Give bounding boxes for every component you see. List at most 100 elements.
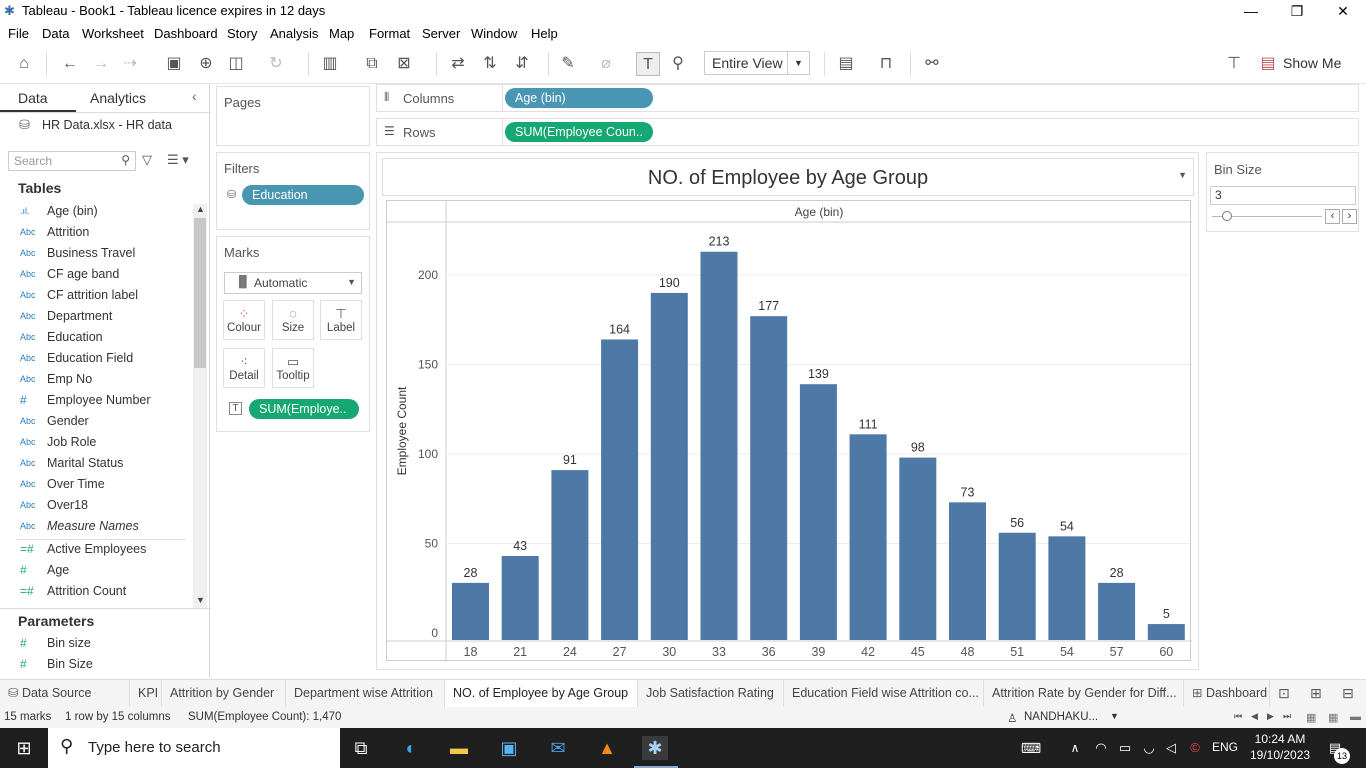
bar[interactable] [700,251,738,641]
show-filmstrip-icon[interactable]: ▦ [1306,711,1316,724]
tab-data[interactable]: Data [18,90,48,106]
store-icon[interactable]: ▣ [496,736,522,760]
volume-icon[interactable]: ◁ [1158,736,1184,760]
pages-card[interactable]: Pages [216,86,370,146]
menu-analysis[interactable]: Analysis [270,26,318,41]
windows-start-icon[interactable]: ⊞ [11,736,37,760]
bin-size-decrement-icon[interactable]: ‹ [1325,209,1340,224]
bar[interactable] [601,339,639,640]
fix-axes-icon[interactable]: ⚲ [666,52,690,76]
bar[interactable] [750,316,788,640]
bar[interactable] [849,434,887,640]
tab-analytics[interactable]: Analytics [90,90,146,106]
first-sheet-icon[interactable]: ⏮ [1234,711,1242,722]
bar[interactable] [1147,624,1185,640]
bar[interactable] [452,582,489,640]
edge-icon[interactable]: ◐ [398,736,424,760]
measure-item[interactable]: =# Attrition Count [0,582,192,603]
filters-card[interactable]: Filters ⛁ Education [216,152,370,230]
next-sheet-icon[interactable]: ▶ [1267,711,1274,722]
mark-type-dropdown[interactable]: ▐▌ Automatic ▼ [224,272,362,294]
columns-shelf[interactable]: ⦀ Columns Age (bin) [376,84,1359,112]
new-dashboard-tab-icon[interactable]: ⊞ [1310,685,1322,702]
bar[interactable] [799,384,837,640]
show-sheet-sorter-icon[interactable]: ▦ [1328,711,1338,724]
close-button[interactable]: ✕ [1320,0,1366,22]
menu-help[interactable]: Help [531,26,558,41]
scroll-up-icon[interactable]: ▲ [196,204,205,214]
tab-attrition-by-gender[interactable]: Attrition by Gender [162,680,286,708]
field-item[interactable]: Abc Department [0,307,192,328]
language-indicator[interactable]: ENG [1212,740,1238,754]
show-mark-labels-icon[interactable]: T [636,52,660,76]
tab-education-field-wise-attrition[interactable]: Education Field wise Attrition co... [784,680,984,708]
field-item[interactable]: Abc CF age band [0,265,192,286]
colour-button[interactable]: ⁘ Colour [223,300,265,340]
sort-ascending-icon[interactable]: ⇅ [478,52,502,76]
view-options-icon[interactable]: ☰ ▾ [167,152,189,168]
show-me-label[interactable]: Show Me [1283,55,1341,71]
field-item[interactable]: Abc Education Field [0,349,192,370]
filter-icon[interactable]: ▽ [142,152,152,168]
bin-size-input[interactable]: 3 [1210,186,1356,205]
field-item[interactable]: Abc Gender [0,412,192,433]
last-sheet-icon[interactable]: ⏭ [1283,711,1291,722]
field-search-input[interactable]: Search ⚲ [8,151,136,171]
bar[interactable] [501,556,539,640]
rows-shelf[interactable]: ☰ Rows SUM(Employee Coun.. [376,118,1359,146]
menu-dashboard[interactable]: Dashboard [154,26,218,41]
pause-updates-icon[interactable]: ◫ [224,52,248,76]
new-worksheet-tab-icon[interactable]: ⊡ [1278,685,1290,702]
menu-data[interactable]: Data [42,26,69,41]
size-button[interactable]: ◌ Size [272,300,314,340]
measure-item[interactable]: # Age [0,561,192,582]
refresh-icon[interactable]: ↻ [264,52,288,76]
scroll-down-icon[interactable]: ▼ [196,595,205,605]
tab-department-wise-attrition[interactable]: Department wise Attrition [286,680,445,708]
tab-attrition-rate-by-gender[interactable]: Attrition Rate by Gender for Diff... [984,680,1184,708]
bar[interactable] [949,502,986,640]
collapse-pane-icon[interactable]: ‹ [192,88,197,104]
sort-descending-icon[interactable]: ⇵ [510,52,534,76]
bin-size-slider-handle[interactable] [1222,211,1232,221]
tab-kpi[interactable]: KPI [130,680,162,708]
menu-worksheet[interactable]: Worksheet [82,26,144,41]
menu-map[interactable]: Map [329,26,354,41]
field-item[interactable]: .ıl. Age (bin) [0,202,192,223]
replay-icon[interactable]: ⇢ [118,52,142,76]
new-story-tab-icon[interactable]: ⊟ [1342,685,1354,702]
field-item[interactable]: Abc Business Travel [0,244,192,265]
tab-data-source[interactable]: ⛁ Data Source [0,680,130,708]
vlc-icon[interactable]: ▲ [594,736,620,760]
filter-pill-education[interactable]: Education [242,185,364,205]
tab-dashboard[interactable]: ⊞ Dashboard [1184,680,1270,708]
presentation-mode-icon[interactable]: ⊓ [874,52,898,76]
show-hidden-icons-icon[interactable]: ∧ [1062,736,1088,760]
parameter-item[interactable]: # Bin Size [0,655,192,676]
label-button[interactable]: ⊤ Label [320,300,362,340]
measure-item[interactable]: =# Active Employees [0,540,192,561]
menu-story[interactable]: Story [227,26,257,41]
bar[interactable] [899,457,937,640]
undo-icon[interactable]: ← [58,52,82,76]
highlight-icon[interactable]: ✎ [556,52,580,76]
file-explorer-icon[interactable]: ▬ [446,736,472,760]
restore-button[interactable]: ❐ [1274,0,1320,22]
publish-icon[interactable]: ⊤ [1222,52,1246,76]
field-item[interactable]: # Employee Number [0,391,192,412]
bar[interactable] [650,292,688,640]
detail-button[interactable]: ⁖ Detail [223,348,265,388]
prev-sheet-icon[interactable]: ◀ [1251,711,1258,722]
menu-server[interactable]: Server [422,26,460,41]
field-item[interactable]: Abc Job Role [0,433,192,454]
rows-pill-sum-employee-count[interactable]: SUM(Employee Coun.. [505,122,653,142]
tableau-taskbar-icon[interactable]: ✱ [642,736,668,760]
share-icon[interactable]: ⚯ [920,52,944,76]
field-item[interactable]: Abc Attrition [0,223,192,244]
tab-job-satisfaction-rating[interactable]: Job Satisfaction Rating [638,680,784,708]
battery-icon[interactable]: ▭ [1112,736,1138,760]
group-members-icon[interactable]: ⌀ [594,52,618,76]
clear-sheet-icon[interactable]: ⊠ [392,52,416,76]
redo-icon[interactable]: → [89,52,113,76]
home-icon[interactable]: ⌂ [12,52,36,76]
